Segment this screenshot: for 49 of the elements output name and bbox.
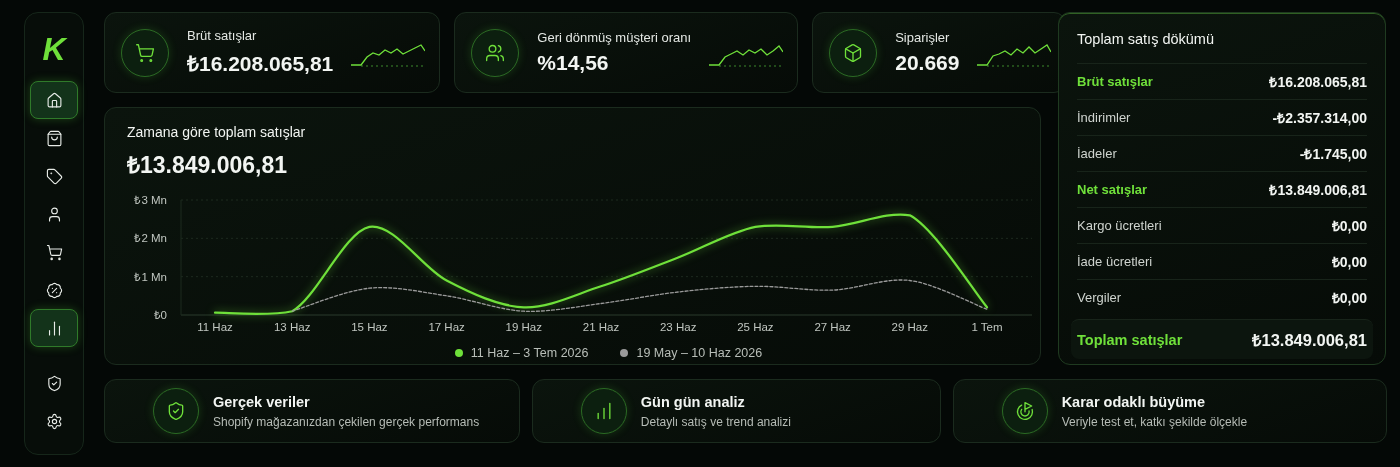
feature-title: Gün gün analiz — [640, 393, 746, 410]
metric-label: Brüt satışlar — [187, 28, 258, 43]
legend-item: 11 Haz – 3 Tem 2026 — [454, 346, 589, 360]
feature-text: Veriyle test et, katkı şekilde ölçekle — [1061, 414, 1248, 429]
axis-label: ₺1 Mn — [134, 270, 167, 283]
axis-label: ₺3 Mn — [134, 194, 167, 206]
chart-title: Zamana göre toplam satışlar — [127, 124, 306, 140]
axis-label: 23 Haz — [660, 321, 697, 333]
row-label: Toplam satışlar — [1077, 331, 1183, 348]
axis-label: 11 Haz — [197, 321, 233, 333]
chart-total: ₺13.849.006,81 — [127, 151, 288, 180]
axis-label: 21 Haz — [582, 321, 620, 333]
row-value: ₺13.849.006,81 — [1252, 330, 1367, 351]
axis-label: 27 Haz — [814, 321, 851, 333]
axis-label: 29 Haz — [891, 321, 928, 333]
row-value: ₺16.208.065,81 — [1269, 73, 1367, 91]
axis-label: 19 Haz — [505, 321, 542, 333]
row-label: Net satışlar — [1077, 182, 1148, 197]
row-value: ₺0,00 — [1331, 289, 1367, 307]
legend-item: 19 May – 10 Haz 2026 — [620, 346, 763, 360]
row-value: ₺13.849.006,81 — [1269, 181, 1367, 199]
metric-label: Geri dönmüş müşteri oranı — [537, 30, 692, 45]
row-value: ₺0,00 — [1331, 253, 1367, 271]
row-value: -₺2.357.314,00 — [1272, 109, 1367, 127]
feature-title: Gerçek veriler — [213, 393, 311, 410]
row-label: İadeler — [1077, 146, 1117, 161]
logo: K — [42, 33, 66, 65]
panel-title: Toplam satış dökümü — [1077, 31, 1214, 47]
row-value: -₺1.745,00 — [1299, 145, 1367, 163]
axis-label: 13 Haz — [274, 321, 311, 333]
row-label: Vergiler — [1077, 290, 1122, 305]
row-value: ₺0,00 — [1331, 217, 1367, 235]
axis-label: 15 Haz — [351, 321, 388, 333]
row-label: İndirimler — [1077, 110, 1131, 125]
metric-value: ₺16.208.065,81 — [187, 51, 334, 77]
feature-text: Detaylı satış ve trend analizi — [640, 414, 791, 429]
row-label: Brüt satışlar — [1077, 74, 1153, 89]
row-label: Kargo ücretleri — [1077, 218, 1162, 233]
axis-label: 25 Haz — [737, 321, 774, 333]
feature-title: Karar odaklı büyüme — [1061, 393, 1207, 410]
axis-label: ₺2 Mn — [134, 232, 167, 245]
metric-label: Siparişler — [895, 30, 951, 45]
metric-value: 20.669 — [895, 51, 960, 75]
axis-label: 1 Tem — [971, 321, 1003, 333]
row-label: İade ücretleri — [1077, 254, 1153, 269]
axis-label: 17 Haz — [428, 321, 465, 333]
axis-label: ₺0 — [153, 309, 167, 321]
metric-value: %14,56 — [537, 51, 610, 75]
feature-text: Shopify mağazanızdan çekilen gerçek performans — [213, 414, 480, 429]
